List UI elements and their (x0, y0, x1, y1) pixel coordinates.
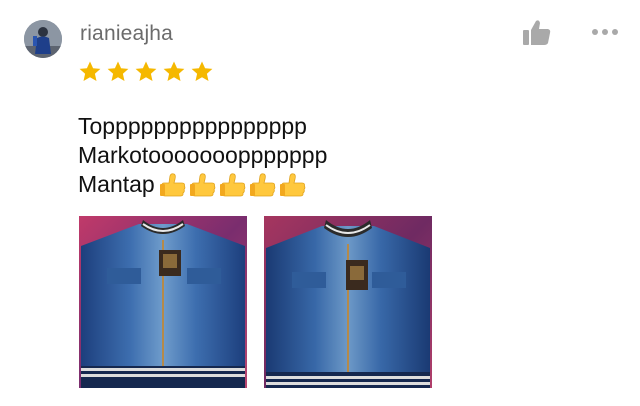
star-icon (163, 61, 185, 81)
denim-jacket-image (79, 216, 247, 388)
reviewer-username[interactable]: rianieajha (80, 22, 173, 46)
star-icon (79, 61, 101, 81)
thumbs-up-icon (523, 20, 551, 45)
star-rating (78, 60, 214, 84)
review-line: Mantap (78, 170, 327, 200)
star-icon (191, 61, 213, 81)
thumbs-up-emoji-icon (219, 173, 246, 197)
review-line-text: Mantap (78, 171, 155, 197)
star-icon (107, 61, 129, 81)
thumbs-up-emoji-icon (189, 173, 216, 197)
review-photo-2[interactable] (264, 216, 432, 388)
more-options-button[interactable] (583, 20, 627, 44)
more-dots-icon (592, 29, 618, 35)
thumbs-up-emoji-icon (249, 173, 276, 197)
star-icon (135, 61, 157, 81)
thumbs-up-emoji-icon (159, 173, 186, 197)
review-line: Topppppppppppppppp (78, 113, 307, 139)
thumbs-up-emoji-icon (279, 173, 306, 197)
review-text: Topppppppppppppppp Markotoooooooppppppp … (78, 112, 327, 200)
thumbs-up-emojis (159, 172, 307, 200)
like-button[interactable] (520, 18, 554, 48)
denim-jacket-image (264, 216, 432, 388)
user-avatar[interactable] (24, 20, 62, 58)
review-photo-1[interactable] (79, 216, 247, 388)
review-line: Markotoooooooppppppp (78, 142, 328, 168)
